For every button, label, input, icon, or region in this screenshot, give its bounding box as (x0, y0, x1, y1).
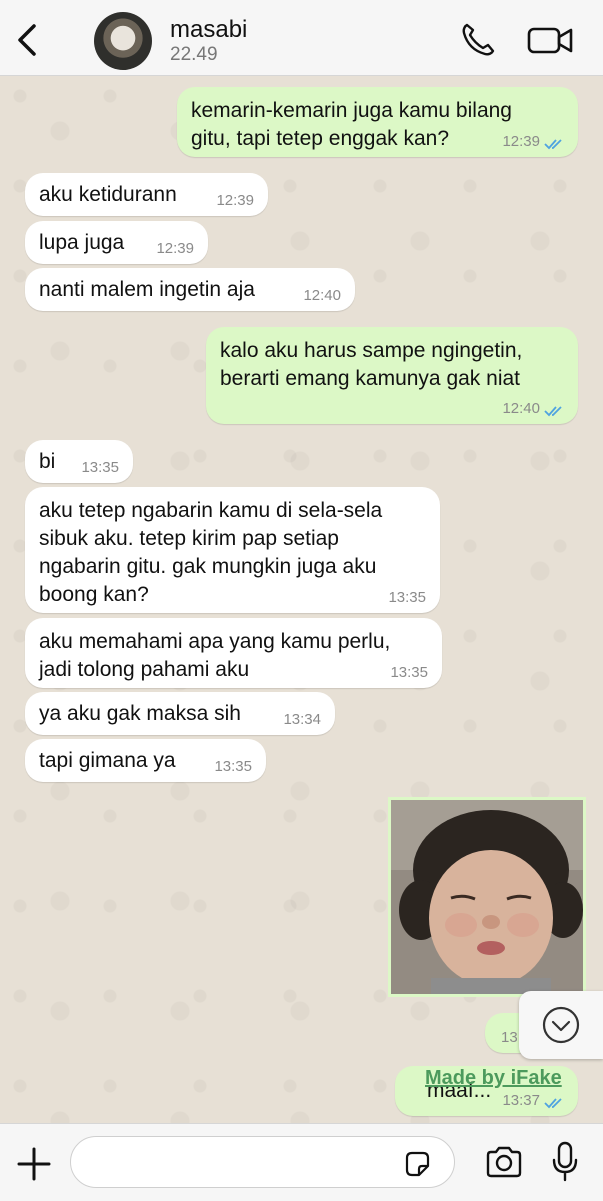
scroll-down-button[interactable] (519, 991, 603, 1059)
chevron-down-circle-icon (542, 1006, 580, 1044)
message-incoming[interactable]: bi 13:35 (25, 440, 133, 483)
message-time: 12:39 (156, 240, 194, 257)
contact-name[interactable]: masabi (170, 16, 247, 44)
contact-status: 22.49 (170, 44, 218, 65)
message-time: 12:39 (216, 192, 254, 209)
message-time: 13:34 (283, 711, 321, 728)
double-check-icon (544, 1098, 562, 1109)
message-incoming[interactable]: nanti malem ingetin aja 12:40 (25, 268, 355, 311)
composer-bar (0, 1123, 603, 1201)
message-time: 12:40 (502, 400, 540, 417)
message-time: 12:40 (303, 287, 341, 304)
message-time: 13:35 (214, 758, 252, 775)
message-text: aku memahami apa yang kamu perlu, jadi t… (39, 630, 391, 681)
message-time: 12:39 (502, 133, 540, 150)
message-outgoing[interactable]: kalo aku harus sampe ngingetin, berarti … (206, 327, 578, 424)
camera-icon[interactable] (484, 1142, 524, 1182)
double-check-icon (544, 139, 562, 150)
message-text: nanti malem ingetin aja (39, 278, 255, 301)
baby-photo (391, 800, 583, 994)
message-incoming[interactable]: lupa juga 12:39 (25, 221, 208, 264)
message-text: kalo aku harus sampe ngingetin, berarti … (220, 339, 523, 390)
watermark: Made by iFake (425, 1067, 562, 1089)
message-time: 13:35 (388, 589, 426, 606)
message-incoming[interactable]: aku memahami apa yang kamu perlu, jadi t… (25, 618, 442, 688)
message-time: 13:35 (390, 664, 428, 681)
photo-message[interactable] (388, 797, 586, 997)
chat-header: masabi 22.49 (0, 0, 603, 76)
plus-icon[interactable] (16, 1146, 52, 1182)
video-camera-icon[interactable] (526, 22, 574, 58)
double-check-icon (544, 406, 562, 417)
chat-area[interactable]: kemarin-kemarin juga kamu bilang gitu, t… (0, 76, 603, 1123)
message-text: aku tetep ngabarin kamu di sela-sela sib… (39, 499, 383, 606)
message-time: 13:37 (502, 1092, 540, 1109)
message-incoming[interactable]: tapi gimana ya 13:35 (25, 739, 266, 782)
sticker-icon[interactable] (402, 1149, 432, 1179)
message-time: 13:35 (81, 459, 119, 476)
microphone-icon[interactable] (550, 1141, 580, 1183)
phone-icon[interactable] (458, 20, 498, 60)
message-incoming[interactable]: ya aku gak maksa sih 13:34 (25, 692, 335, 735)
avatar[interactable] (94, 12, 152, 70)
chevron-left-icon[interactable] (10, 20, 44, 60)
message-outgoing[interactable]: kemarin-kemarin juga kamu bilang gitu, t… (177, 87, 578, 157)
message-incoming[interactable]: aku tetep ngabarin kamu di sela-sela sib… (25, 487, 440, 613)
message-text: ya aku gak maksa sih (39, 702, 241, 725)
message-input[interactable] (70, 1136, 455, 1188)
message-incoming[interactable]: aku ketidurann 12:39 (25, 173, 268, 216)
